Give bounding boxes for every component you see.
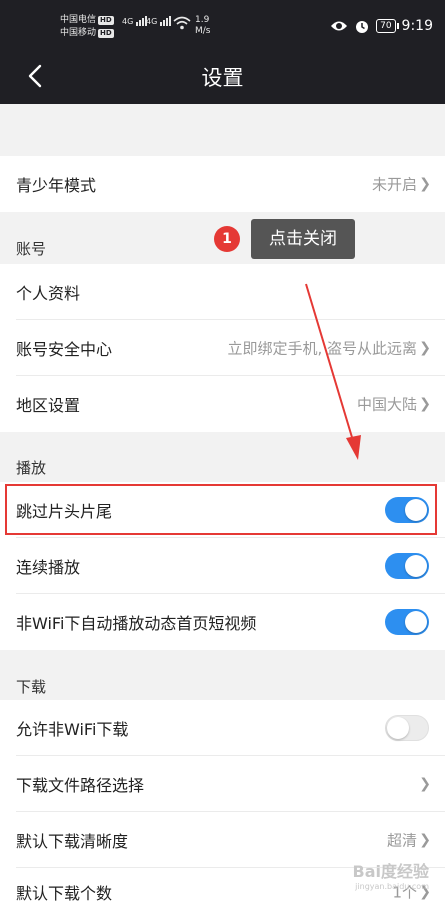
account-security-value: 立即绑定手机, 盗号从此远离: [227, 339, 417, 358]
watermark: Bai度经验 jingyan.baidu.com: [352, 862, 429, 891]
signal-icon: 4G: [122, 16, 148, 26]
status-bar: 中国电信 HD 中国移动 HD 4G 4G 1.9 M/s 70 9:19: [0, 0, 445, 48]
chevron-right-icon: ❯: [419, 396, 431, 412]
playback-item-autoplay: 连续播放: [0, 538, 445, 594]
account-item-region[interactable]: 地区设置 中国大陆 ❯: [0, 376, 445, 432]
section-title-download: 下载: [16, 678, 47, 696]
chevron-right-icon: ❯: [419, 340, 431, 356]
account-item-label: 账号安全中心: [16, 340, 113, 359]
chevron-right-icon: ❯: [419, 176, 431, 192]
carrier-2: 中国移动: [60, 28, 97, 38]
chevron-right-icon: ❯: [419, 832, 431, 848]
step-badge: 1: [214, 226, 240, 252]
toggle-knob: [405, 555, 427, 577]
battery-icon: 70: [376, 19, 400, 33]
page-title: 设置: [201, 66, 244, 90]
download-item-label: 下载文件路径选择: [16, 776, 145, 795]
download-item-nonwifi: 允许非WiFi下载: [0, 700, 445, 756]
toggle-knob: [387, 717, 409, 739]
top-bar: 中国电信 HD 中国移动 HD 4G 4G 1.9 M/s 70 9:19 设置: [0, 0, 445, 104]
teen-mode-label: 青少年模式: [16, 176, 97, 195]
eye-icon: [331, 21, 348, 31]
nonwifi-autoplay-toggle[interactable]: [385, 609, 429, 635]
network-speed: 1.9 M/s: [195, 15, 211, 36]
tooltip: 点击关闭: [251, 219, 355, 259]
section-title-playback: 播放: [16, 459, 47, 477]
playback-item-nonwifi-autoplay: 非WiFi下自动播放动态首页短视频: [0, 594, 445, 650]
carrier-info: 中国电信 HD 中国移动 HD: [60, 14, 114, 40]
download-item-label: 默认下载清晰度: [16, 832, 129, 851]
teen-mode-value: 未开启: [371, 175, 417, 194]
hd-badge: HD: [98, 29, 114, 38]
skip-intro-toggle[interactable]: [385, 497, 429, 523]
download-item-label: 允许非WiFi下载: [16, 720, 129, 739]
signal-icon: 4G: [146, 16, 172, 26]
download-item-label: 默认下载个数: [16, 884, 113, 903]
account-item-security[interactable]: 账号安全中心 立即绑定手机, 盗号从此远离 ❯: [0, 320, 445, 376]
autoplay-toggle[interactable]: [385, 553, 429, 579]
playback-item-label: 非WiFi下自动播放动态首页短视频: [16, 614, 257, 633]
download-quality-value: 超清: [386, 831, 417, 850]
alarm-icon: [356, 21, 369, 33]
download-item-path[interactable]: 下载文件路径选择 ❯: [0, 756, 445, 812]
region-value: 中国大陆: [356, 395, 417, 414]
section-title-account: 账号: [16, 240, 47, 258]
nav-bar: 设置: [0, 48, 445, 104]
playback-item-label: 连续播放: [16, 558, 81, 577]
toggle-knob: [405, 499, 427, 521]
toggle-knob: [405, 611, 427, 633]
playback-item-skip-intro: 跳过片头片尾: [0, 482, 445, 538]
account-item-label: 地区设置: [16, 396, 81, 415]
clock: 9:19: [401, 18, 433, 34]
wifi-icon: [173, 16, 191, 30]
status-right: 70 9:19: [330, 18, 433, 34]
account-item-label: 个人资料: [16, 284, 81, 303]
nonwifi-download-toggle[interactable]: [385, 715, 429, 741]
hd-badge: HD: [98, 16, 114, 25]
teen-mode-row[interactable]: 青少年模式 未开启 ❯: [0, 156, 445, 212]
playback-item-label: 跳过片头片尾: [16, 502, 113, 521]
carrier-1: 中国电信: [60, 15, 97, 25]
account-item-profile[interactable]: 个人资料: [0, 264, 445, 320]
chevron-right-icon: ❯: [419, 776, 431, 792]
